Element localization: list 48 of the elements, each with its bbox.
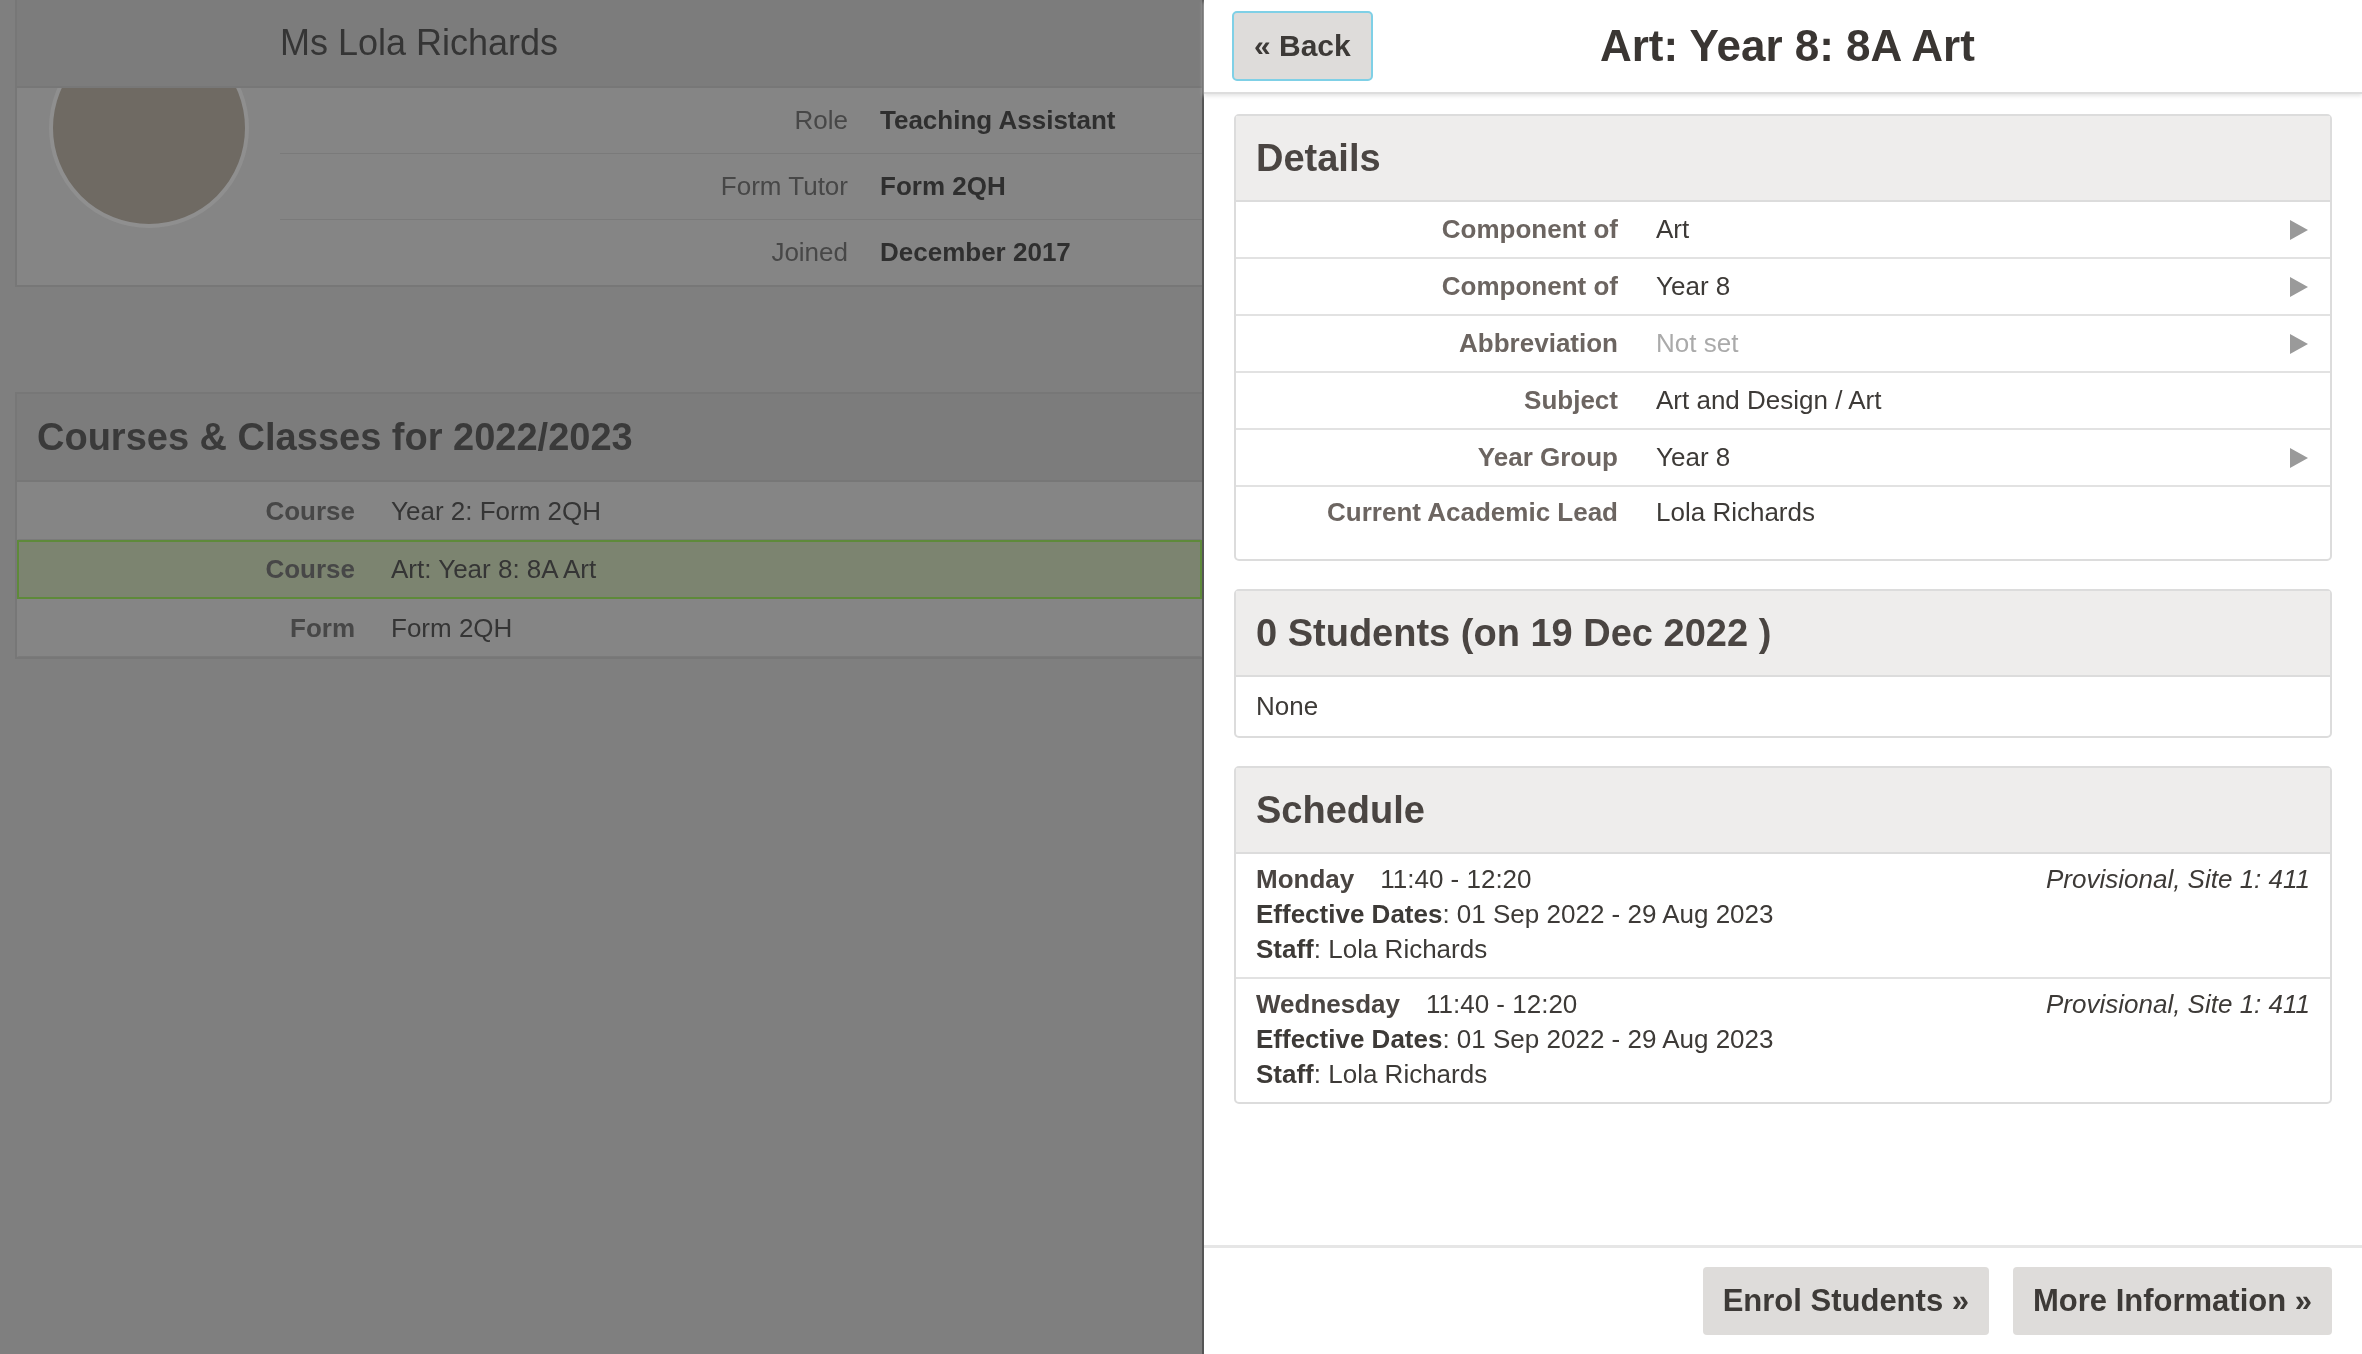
- detail-value: Year 8: [1656, 271, 1732, 302]
- detail-label: Year Group: [1476, 442, 1619, 473]
- row-value: Art: Year 8: 8A Art: [391, 554, 597, 585]
- schedule-title: Schedule: [1236, 768, 2330, 854]
- row-label: Form: [289, 613, 356, 644]
- location-text: Provisional, Site 1: 411: [2046, 864, 2310, 895]
- panel-title: Art: Year 8: 8A Art: [1598, 21, 1976, 71]
- day-label: Monday: [1256, 864, 1355, 895]
- field-value: December 2017: [880, 237, 1071, 269]
- detail-value: Art and Design / Art: [1656, 385, 1883, 416]
- play-arrow-icon[interactable]: [2290, 219, 2308, 240]
- back-button[interactable]: « Back: [1232, 11, 1373, 81]
- field-label: Role: [793, 105, 849, 137]
- action-button[interactable]: More Information »: [2013, 1267, 2332, 1335]
- staff-text: Staff: Lola Richards: [1256, 1059, 1489, 1090]
- staff-text: Staff: Lola Richards: [1256, 934, 1489, 965]
- detail-label: Subject: [1523, 385, 1619, 416]
- detail-value: Not set: [1656, 328, 1740, 359]
- field-label: Joined: [770, 237, 849, 269]
- detail-label: Component of: [1440, 214, 1619, 245]
- details-title: Details: [1236, 116, 2330, 202]
- time-range: 11:40 - 12:20: [1426, 989, 1578, 1020]
- detail-label: Component of: [1440, 271, 1619, 302]
- row-label: Course: [264, 554, 356, 585]
- row-label: Course: [264, 496, 356, 527]
- time-range: 11:40 - 12:20: [1380, 864, 1532, 895]
- courses-title: Courses & Classes for 2022/2023: [17, 394, 1202, 482]
- row-value: Year 2: Form 2QH: [391, 496, 601, 527]
- row-value: Form 2QH: [391, 613, 513, 644]
- detail-value: Year 8: [1656, 442, 1732, 473]
- field-label: Form Tutor: [719, 171, 849, 203]
- detail-label: Abbreviation: [1458, 328, 1619, 359]
- students-title: 0 Students (on 19 Dec 2022 ): [1236, 591, 2330, 677]
- detail-label: Current Academic Lead: [1326, 497, 1619, 528]
- location-text: Provisional, Site 1: 411: [2046, 989, 2310, 1020]
- field-value: Form 2QH: [880, 171, 1006, 203]
- profile-name: Ms Lola Richards: [17, 0, 1202, 89]
- field-value: Teaching Assistant: [880, 105, 1116, 137]
- day-label: Wednesday: [1256, 989, 1400, 1020]
- effective-dates: Effective Dates: 01 Sep 2022 - 29 Aug 2023: [1256, 899, 1775, 930]
- play-arrow-icon[interactable]: [2290, 333, 2308, 354]
- play-arrow-icon[interactable]: [2290, 276, 2308, 297]
- effective-dates: Effective Dates: 01 Sep 2022 - 29 Aug 2023: [1256, 1024, 1775, 1055]
- empty-text: None: [1255, 690, 1320, 723]
- action-button[interactable]: Enrol Students »: [1702, 1267, 1989, 1335]
- play-arrow-icon[interactable]: [2290, 447, 2308, 468]
- detail-value: Art: [1656, 214, 1691, 245]
- detail-value: Lola Richards: [1656, 497, 1816, 528]
